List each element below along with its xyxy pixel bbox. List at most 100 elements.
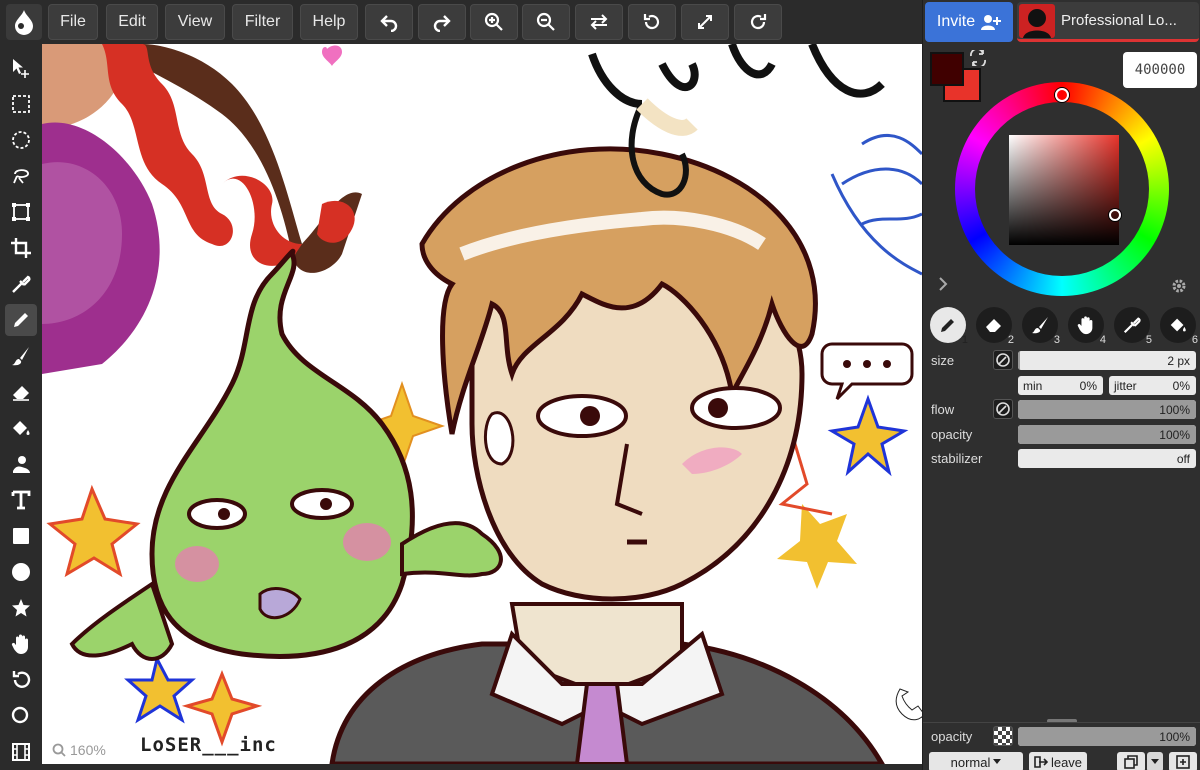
session-title: Professional Lo... <box>1061 12 1177 29</box>
menu-view[interactable]: View <box>165 4 225 40</box>
eraser-tool[interactable] <box>5 376 37 408</box>
droplet-logo-icon <box>15 10 33 35</box>
size-slider-fill <box>1018 351 1020 370</box>
magnifier-icon <box>11 706 29 724</box>
fullscreen-button[interactable] <box>681 4 729 40</box>
brush-slot-6[interactable]: 6 <box>1160 307 1198 346</box>
opacity-slider[interactable]: 100% <box>1018 425 1196 444</box>
zoom-out-icon <box>536 12 555 31</box>
eyedropper-tool[interactable] <box>5 268 37 300</box>
menu-bar: File Edit View Filter Help <box>0 0 922 44</box>
brush-slot-3[interactable]: 3 <box>1022 307 1060 346</box>
add-layer-button[interactable] <box>1169 752 1197 770</box>
brush-slot-number: 1 <box>961 334 968 346</box>
session-info[interactable]: Professional Lo... <box>1017 2 1199 42</box>
color-picker-marker[interactable] <box>1109 209 1121 221</box>
brush-icon <box>12 347 29 366</box>
zoom-indicator[interactable]: 160% <box>52 742 106 758</box>
menu-filter[interactable]: Filter <box>232 4 293 40</box>
layer-opacity-label: opacity <box>931 729 973 744</box>
jitter-field[interactable]: jitter 0% <box>1109 376 1196 395</box>
app-logo[interactable] <box>6 4 42 40</box>
min-size-field[interactable]: min 0% <box>1018 376 1103 395</box>
ellipse-tool[interactable] <box>5 556 37 588</box>
crop-tool[interactable] <box>5 232 37 264</box>
rotate-left-button[interactable] <box>628 4 676 40</box>
brush-slot-4[interactable]: 4 <box>1068 307 1106 346</box>
ellipse-select-tool[interactable] <box>5 124 37 156</box>
paint-bucket-icon <box>1170 318 1186 332</box>
zoom-in-button[interactable] <box>470 4 518 40</box>
flow-slider[interactable]: 100% <box>1018 400 1196 419</box>
add-user-icon <box>981 15 1002 30</box>
brush-slot-1[interactable]: 1 <box>930 307 968 346</box>
hex-color-input[interactable]: 400000 <box>1123 52 1197 88</box>
caret-down-icon <box>993 759 1002 764</box>
rect-select-tool[interactable] <box>5 88 37 120</box>
blend-mode-select[interactable]: normal <box>929 752 1023 770</box>
primary-color-swatch[interactable] <box>930 52 964 86</box>
saturation-value-square[interactable] <box>1009 135 1119 245</box>
invite-label: Invite <box>936 13 976 30</box>
flip-button[interactable] <box>575 4 623 40</box>
jitter-label: jitter <box>1114 378 1137 393</box>
hand-tool[interactable] <box>5 628 37 660</box>
duplicate-icon <box>1124 755 1138 769</box>
pen-icon <box>941 319 954 332</box>
eyedropper-icon <box>1123 317 1141 334</box>
rotate-right-button[interactable] <box>734 4 782 40</box>
brush-slot-number: 4 <box>1099 334 1106 346</box>
leave-button[interactable]: leave <box>1029 752 1087 770</box>
move-tool[interactable] <box>5 52 37 84</box>
brush-tool[interactable] <box>5 340 37 372</box>
redo-icon <box>433 15 451 32</box>
duplicate-layer-button[interactable] <box>1117 752 1145 770</box>
stabilizer-value: off <box>1176 451 1190 466</box>
ellipse-icon <box>12 563 30 581</box>
menu-file[interactable]: File <box>48 4 98 40</box>
stabilizer-slider[interactable]: off <box>1018 449 1196 468</box>
zoom-tool[interactable] <box>5 700 37 732</box>
min-value: 0% <box>1079 378 1097 393</box>
redo-button[interactable] <box>418 4 466 40</box>
opacity-value: 100% <box>1159 427 1190 442</box>
transform-tool[interactable] <box>5 196 37 228</box>
menu-edit[interactable]: Edit <box>106 4 158 40</box>
brush-slot-2[interactable]: 2 <box>976 307 1014 346</box>
invite-button[interactable]: Invite <box>925 2 1013 42</box>
app-window: File Edit View Filter Help LoSER___inc 1… <box>0 0 1200 770</box>
rect-select-icon <box>12 95 30 113</box>
size-pressure-toggle[interactable] <box>993 350 1013 370</box>
tool-sidebar <box>0 44 42 770</box>
panel-divider <box>923 722 1200 723</box>
paint-bucket-icon <box>13 421 30 435</box>
pen-tool[interactable] <box>5 304 37 336</box>
fill-tool[interactable] <box>5 412 37 444</box>
checkerboard-icon <box>994 727 1012 745</box>
brush-slot-5[interactable]: 5 <box>1114 307 1152 346</box>
zoom-out-button[interactable] <box>522 4 570 40</box>
animation-tool[interactable] <box>5 736 37 768</box>
drawing-canvas[interactable]: LoSER___inc <box>42 44 922 764</box>
layer-opacity-slider[interactable]: 100% <box>1018 727 1196 746</box>
menu-help[interactable]: Help <box>300 4 358 40</box>
undo-button[interactable] <box>365 4 413 40</box>
gear-icon[interactable] <box>1170 277 1188 295</box>
hand-icon <box>1077 316 1093 335</box>
alpha-lock-toggle[interactable] <box>993 726 1013 746</box>
swap-colors-icon[interactable] <box>969 50 987 66</box>
chevron-right-icon[interactable] <box>937 277 949 291</box>
size-slider[interactable]: 2 px <box>1018 351 1196 370</box>
hue-marker[interactable] <box>1055 88 1069 102</box>
rotate-tool[interactable] <box>5 664 37 696</box>
text-tool[interactable] <box>5 484 37 516</box>
smudge-tool[interactable] <box>5 448 37 480</box>
lasso-tool[interactable] <box>5 160 37 192</box>
caret-down-icon <box>1151 759 1159 764</box>
flow-pressure-toggle[interactable] <box>993 399 1013 419</box>
layer-menu-button[interactable] <box>1147 752 1163 770</box>
crop-icon <box>11 238 31 258</box>
shape-tool[interactable] <box>5 592 37 624</box>
rectangle-tool[interactable] <box>5 520 37 552</box>
add-layer-icon <box>1176 755 1190 769</box>
